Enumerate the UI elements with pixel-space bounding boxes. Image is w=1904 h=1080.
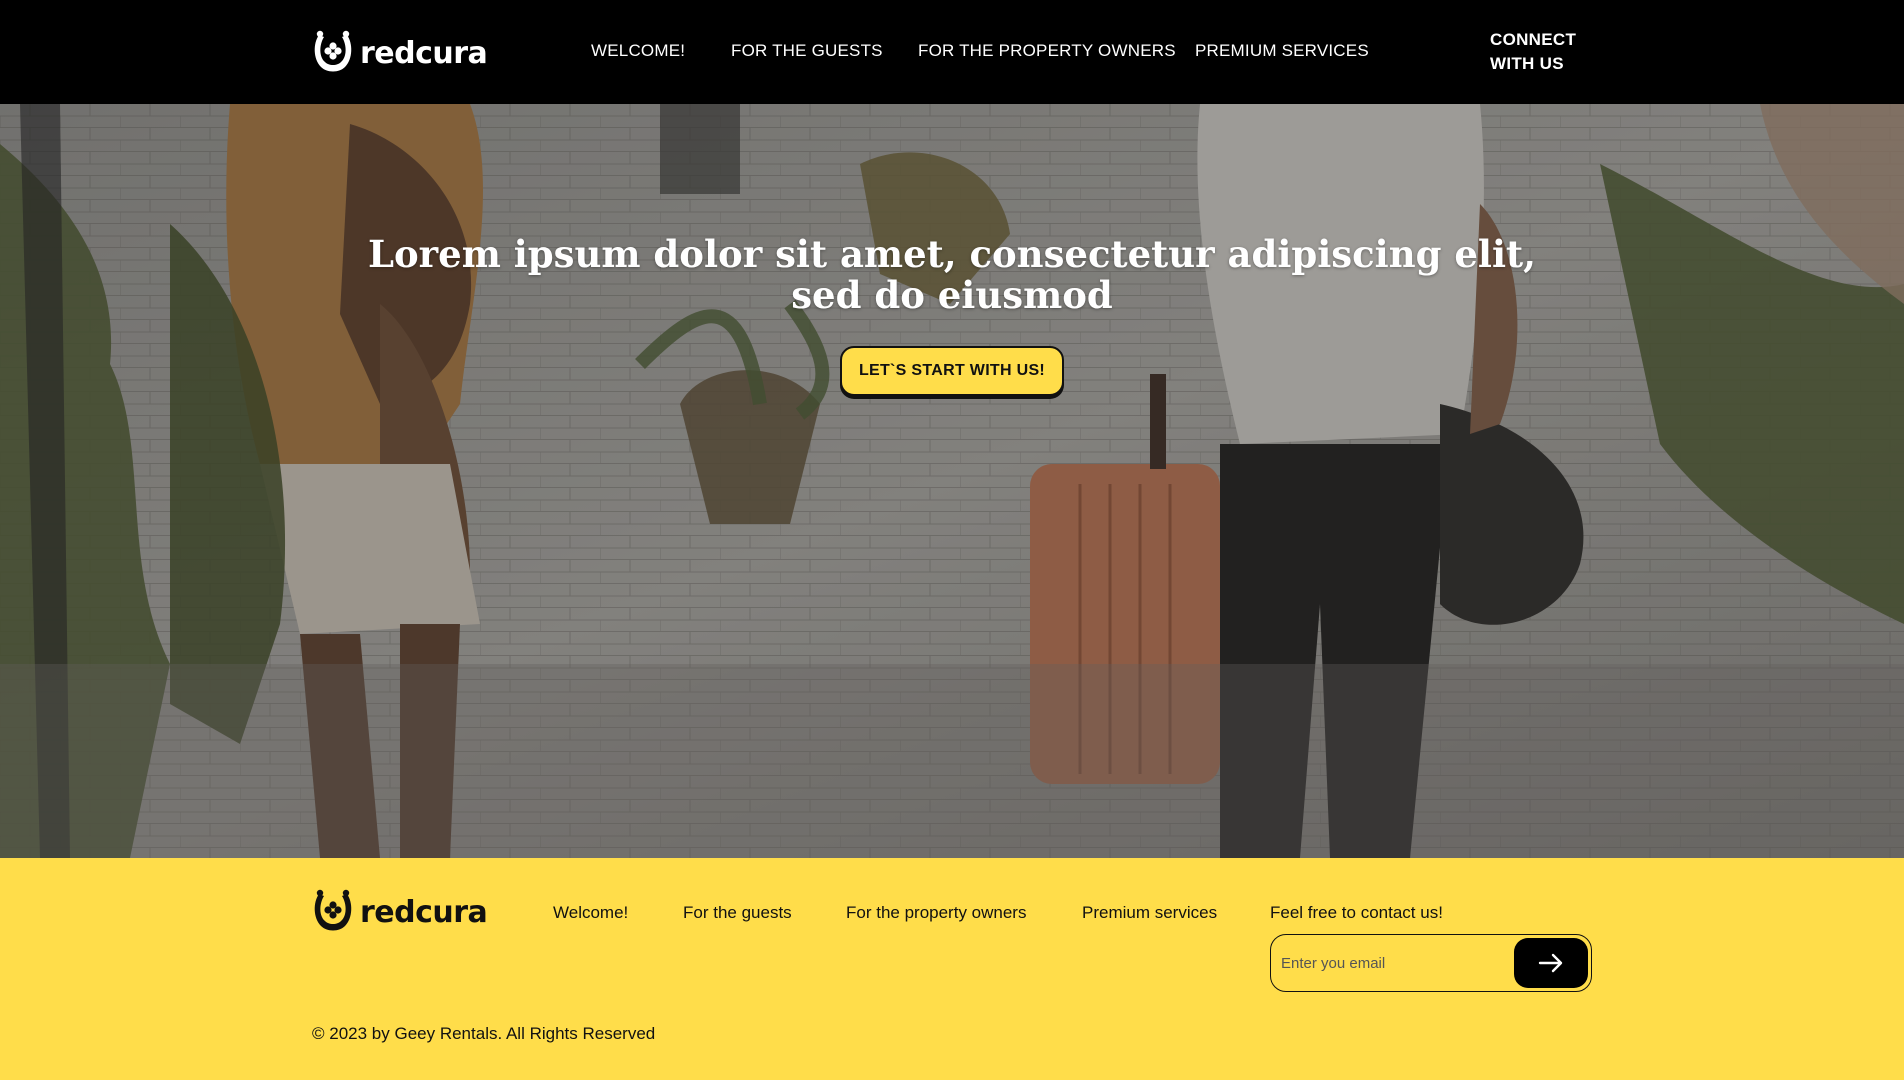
hero-title: Lorem ipsum dolor sit amet, consectetur … (367, 232, 1536, 317)
newsletter-form (1270, 934, 1592, 992)
contact-label: Feel free to contact us! (1270, 903, 1443, 922)
email-submit-button[interactable] (1514, 938, 1588, 988)
footer-link-premium-services[interactable]: Premium services (1082, 903, 1217, 923)
horseshoe-clover-icon (314, 889, 352, 931)
footer-logo[interactable]: redcura (312, 888, 488, 936)
start-with-us-button[interactable]: LET`S START WITH US! (840, 346, 1064, 396)
connect-line-2: WITH US (1490, 54, 1564, 73)
connect-line-1: CONNECT (1490, 30, 1577, 49)
footer-link-for-the-property-owners[interactable]: For the property owners (846, 903, 1026, 923)
email-input[interactable] (1281, 949, 1501, 977)
brand-name: redcura (360, 35, 488, 71)
nav-welcome[interactable]: WELCOME! (591, 41, 685, 61)
site-header: redcura WELCOME! FOR THE GUESTS FOR THE … (0, 0, 1904, 104)
arrow-right-icon (1538, 953, 1563, 973)
footer-link-welcome[interactable]: Welcome! (553, 903, 628, 923)
header-logo[interactable]: redcura (312, 29, 488, 77)
horseshoe-clover-icon (314, 30, 352, 72)
connect-with-us-link[interactable]: CONNECT WITH US (1490, 28, 1600, 76)
footer-brand-name: redcura (360, 894, 488, 930)
nav-premium-services[interactable]: PREMIUM SERVICES (1195, 41, 1369, 61)
nav-for-the-property-owners[interactable]: FOR THE PROPERTY OWNERS (918, 41, 1176, 61)
nav-for-the-guests[interactable]: FOR THE GUESTS (731, 41, 883, 61)
copyright-text: © 2023 by Geey Rentals. All Rights Reser… (312, 1024, 656, 1043)
hero-background-mural-image (0, 104, 1904, 858)
hero-section: Lorem ipsum dolor sit amet, consectetur … (0, 104, 1904, 858)
footer-link-for-the-guests[interactable]: For the guests (683, 903, 792, 923)
site-footer: redcura Welcome! For the guests For the … (0, 858, 1904, 1080)
